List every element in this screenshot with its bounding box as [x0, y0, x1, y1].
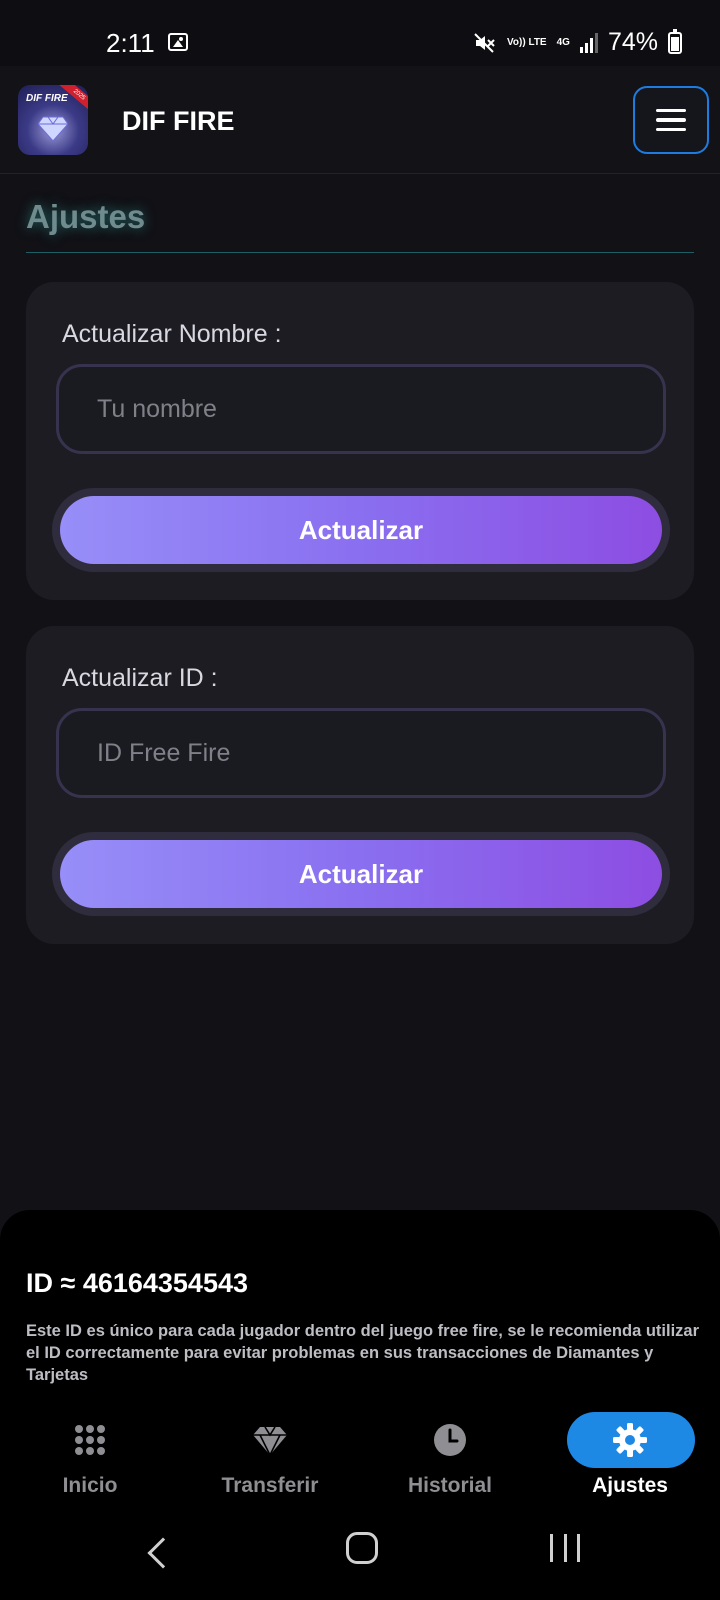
signal-icon — [579, 32, 598, 53]
menu-icon-bar — [656, 108, 686, 113]
menu-icon-bar — [656, 127, 686, 132]
menu-icon-bar — [656, 118, 686, 122]
player-id-description: Este ID es único para cada jugador dentr… — [26, 1322, 700, 1384]
nav-label-transferir: Transferir — [221, 1474, 319, 1497]
nav-label-historial: Historial — [407, 1474, 493, 1497]
back-icon[interactable] — [147, 1537, 179, 1569]
status-time: 2:11 — [106, 28, 155, 58]
status-icons: Vo)) LTE 4G 74% — [473, 28, 682, 57]
name-input[interactable] — [56, 364, 666, 454]
recent-apps-icon[interactable] — [550, 1534, 580, 1562]
gear-icon — [613, 1423, 647, 1457]
volte-indicator: Vo)) LTE — [506, 37, 547, 48]
grid-icon — [75, 1425, 105, 1455]
mute-icon — [474, 32, 495, 53]
update-name-label: Actualizar Nombre : — [62, 320, 282, 348]
nav-label-inicio: Inicio — [62, 1474, 118, 1497]
battery-percentage: 74% — [607, 28, 658, 56]
diamond-icon — [253, 1426, 287, 1457]
system-navigation-bar — [0, 1520, 720, 1600]
free-fire-id-input[interactable] — [56, 708, 666, 798]
app-logo: DIF FIRE 2025 — [18, 85, 88, 155]
battery-icon — [668, 28, 682, 54]
update-id-label: Actualizar ID : — [62, 664, 218, 692]
gallery-notification-icon — [168, 33, 188, 51]
nav-item-ajustes[interactable]: Ajustes — [567, 1406, 693, 1506]
logo-diamond-icon — [38, 116, 68, 141]
screen: 2:11 Vo)) LTE 4G 74% DIF FIRE 2025 DIF F… — [0, 0, 720, 1600]
update-id-button-container: Actualizar — [52, 832, 670, 916]
network-type-indicator: 4G — [556, 37, 570, 48]
bottom-nav: Inicio Transferir Historial Ajustes — [0, 1406, 720, 1506]
update-name-button-container: Actualizar — [52, 488, 670, 572]
menu-button[interactable] — [633, 86, 709, 154]
app-header: DIF FIRE 2025 DIF FIRE — [0, 66, 720, 174]
bottom-sheet: ID ≈ 46164354543 Este ID es único para c… — [0, 1210, 720, 1600]
clock-icon — [434, 1424, 466, 1456]
update-id-card: Actualizar ID : Actualizar — [26, 626, 694, 944]
home-icon[interactable] — [346, 1532, 378, 1564]
title-divider — [26, 252, 694, 253]
logo-text: DIF FIRE — [26, 93, 68, 104]
nav-item-historial[interactable]: Historial — [387, 1406, 513, 1506]
app-title: DIF FIRE — [122, 106, 235, 136]
nav-item-inicio[interactable]: Inicio — [27, 1406, 153, 1506]
update-name-card: Actualizar Nombre : Actualizar — [26, 282, 694, 600]
nav-item-transferir[interactable]: Transferir — [207, 1406, 333, 1506]
page-title: Ajustes — [26, 198, 146, 235]
update-id-button[interactable]: Actualizar — [60, 840, 662, 908]
update-name-button[interactable]: Actualizar — [60, 496, 662, 564]
player-id: ID ≈ 46164354543 — [26, 1268, 248, 1298]
nav-label-ajustes: Ajustes — [592, 1474, 668, 1497]
